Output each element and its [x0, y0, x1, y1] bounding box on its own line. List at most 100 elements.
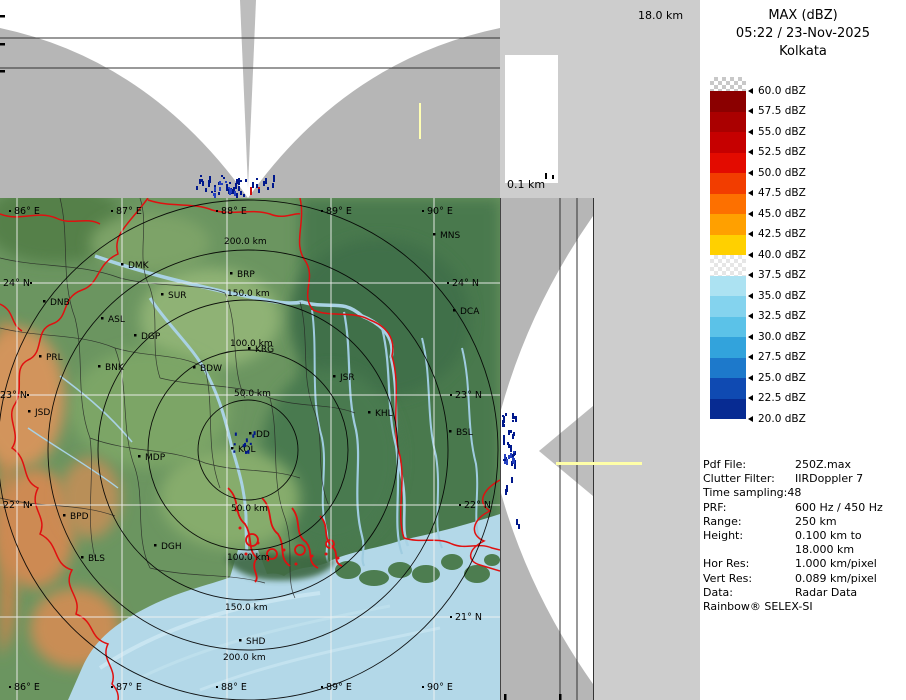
lon-label: 87° E [116, 682, 142, 693]
lon-label: 88° E [221, 682, 247, 693]
right-height-profile-panel [500, 198, 594, 700]
radar-echo [229, 189, 231, 195]
legend-label: 30.0 dBZ [758, 331, 806, 343]
lon-label: 87° E [116, 206, 142, 217]
city-label: MNS [440, 231, 460, 241]
radar-echo [513, 451, 515, 453]
radar-echo [510, 430, 512, 433]
city-label: DGH [161, 542, 182, 552]
lat-label: 22° N [464, 500, 491, 511]
legend-panel: MAX (dBZ) 05:22 / 23-Nov-2025 Kolkata 60… [700, 0, 906, 700]
city-label: DD [256, 430, 270, 440]
info-value: IIRDoppler 7 [795, 472, 863, 485]
city-marker [98, 365, 101, 368]
radar-echo [219, 187, 221, 190]
city-marker [231, 447, 234, 450]
grid-tick [111, 210, 113, 212]
dbz-color-scale: 60.0 dBZ57.5 dBZ55.0 dBZ52.5 dBZ50.0 dBZ… [710, 77, 900, 433]
city-marker [39, 355, 42, 358]
lat-label: 22° N [3, 500, 30, 511]
radar-echo [221, 183, 223, 185]
legend-label: 60.0 dBZ [758, 85, 806, 97]
city-label: DGP [141, 332, 161, 342]
radar-echo [244, 443, 246, 446]
radar-echo [218, 192, 220, 195]
radar-echo [201, 179, 203, 181]
legend-label: 42.5 dBZ [758, 228, 806, 240]
station-name: Kolkata [700, 43, 906, 61]
legend-label: 55.0 dBZ [758, 126, 806, 138]
range-ring-label: 150.0 km [227, 289, 270, 299]
lat-label: 24° N [3, 278, 30, 289]
city-label: BLS [88, 554, 105, 564]
radar-echo [518, 524, 520, 529]
radar-echo [233, 450, 235, 452]
info-label: Hor Res: [703, 557, 749, 570]
grid-tick [9, 686, 11, 688]
info-row: Rainbow® SELEX-SI [703, 600, 903, 614]
range-ring-label: 150.0 km [225, 603, 268, 613]
info-label: Pdf File: [703, 458, 746, 471]
radar-echo [196, 186, 198, 191]
grid-tick [321, 210, 323, 212]
radar-echo [200, 175, 202, 178]
legend-color-band [710, 91, 746, 112]
info-value: 600 Hz / 450 Hz [795, 501, 883, 514]
radar-echo [508, 455, 510, 459]
legend-label: 32.5 dBZ [758, 310, 806, 322]
radar-echo [246, 438, 248, 442]
legend-tick-icon [748, 416, 753, 422]
info-row: Time sampling:48 [703, 486, 903, 500]
info-label: Vert Res: [703, 572, 752, 585]
legend-tick-icon [748, 395, 753, 401]
city-marker [449, 430, 452, 433]
radar-echo [205, 188, 207, 193]
city-label: ASL [108, 315, 125, 325]
info-label: Range: [703, 515, 742, 528]
echo-height-indicator [556, 462, 642, 465]
grid-tick [9, 210, 11, 212]
city-label: PRL [46, 353, 63, 363]
legend-color-band [710, 132, 746, 153]
city-marker [138, 455, 141, 458]
legend-tick-icon [748, 354, 753, 360]
radar-echo [504, 454, 506, 458]
legend-label: 40.0 dBZ [758, 249, 806, 261]
radar-echo [238, 178, 240, 182]
legend-color-band [710, 194, 746, 215]
grid-tick [450, 394, 452, 396]
info-row: Vert Res: 0.089 km/pixel [703, 572, 903, 586]
info-row: Pdf File:250Z.max [703, 458, 903, 472]
legend-label: 20.0 dBZ [758, 413, 806, 425]
info-row: Hor Res:1.000 km/pixel [703, 557, 903, 571]
city-label: BRP [237, 270, 255, 280]
info-value: 0.089 km/pixel [795, 572, 877, 585]
lon-label: 86° E [14, 682, 40, 693]
radar-echo [245, 179, 247, 183]
radar-echo [512, 420, 514, 423]
map-graphic: MNSDMKBRPSURDNBASLDGPKRGPRLBNKBDWJSRDCAK… [0, 198, 500, 700]
radar-echo [209, 176, 211, 182]
radar-echo [513, 458, 515, 464]
radar-echo [219, 181, 221, 185]
legend-label: 47.5 dBZ [758, 187, 806, 199]
legend-color-band [710, 112, 746, 133]
legend-label: 35.0 dBZ [758, 290, 806, 302]
radar-echo [515, 416, 517, 422]
city-label: JSD [34, 408, 50, 418]
legend-color-band [710, 77, 746, 91]
legend-tick-icon [748, 334, 753, 340]
radar-echo [234, 443, 236, 445]
legend-tick-icon [748, 252, 753, 258]
city-label: JSR [339, 373, 355, 383]
legend-color-band [710, 296, 746, 317]
radar-echo [235, 433, 237, 436]
legend-tick-icon [748, 108, 753, 114]
city-marker [230, 272, 233, 275]
legend-label: 57.5 dBZ [758, 105, 806, 117]
radar-echo [265, 178, 267, 184]
info-row: 18.000 km [703, 543, 903, 557]
radar-echo [225, 181, 227, 183]
radar-echo [503, 435, 505, 439]
info-row: Range:250 km [703, 515, 903, 529]
